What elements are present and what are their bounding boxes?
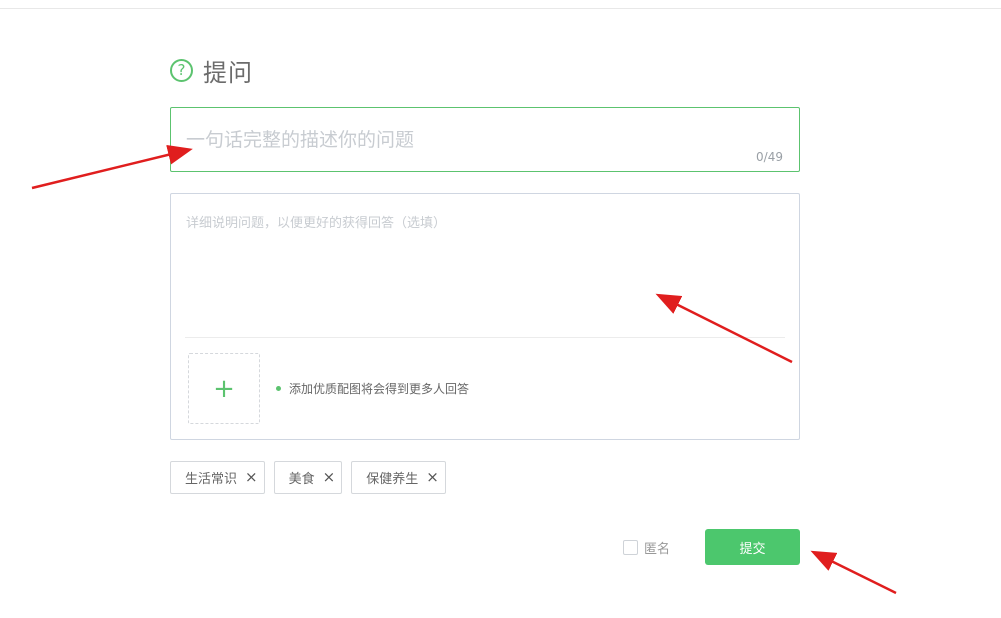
anonymous-label: 匿名	[644, 542, 671, 557]
anonymous-checkbox[interactable]	[623, 540, 638, 555]
image-upload-button[interactable]: +	[188, 353, 260, 424]
tag-remove-icon[interactable]: ×	[426, 470, 439, 485]
upload-tip: 添加优质配图将会得到更多人回答	[276, 380, 469, 397]
submit-button[interactable]: 提交	[705, 529, 800, 565]
plus-icon: +	[213, 373, 235, 404]
tag-label: 美食	[288, 472, 315, 487]
detail-divider	[185, 337, 785, 338]
tag-item: 保健养生 ×	[351, 461, 446, 494]
tag-remove-icon[interactable]: ×	[245, 470, 258, 485]
tag-label: 保健养生	[366, 472, 419, 487]
char-counter: 0/49	[756, 150, 783, 164]
bullet-dot-icon	[276, 386, 281, 391]
page-title: 提问	[203, 58, 253, 87]
page-header: ? 提问	[170, 54, 253, 87]
question-title-box: 0/49	[170, 107, 800, 172]
anonymous-option[interactable]: 匿名	[623, 538, 670, 557]
annotation-arrow	[31, 145, 193, 190]
question-detail-textarea[interactable]	[186, 212, 782, 322]
tag-remove-icon[interactable]: ×	[323, 470, 336, 485]
tag-list: 生活常识 × 美食 × 保健养生 ×	[170, 461, 455, 494]
question-circle-icon: ?	[170, 58, 193, 82]
tag-item: 生活常识 ×	[170, 461, 265, 494]
tag-label: 生活常识	[185, 472, 238, 487]
top-divider	[0, 8, 1001, 9]
upload-tip-text: 添加优质配图将会得到更多人回答	[289, 382, 470, 396]
question-title-input[interactable]	[186, 124, 746, 156]
tag-item: 美食 ×	[273, 461, 343, 494]
annotation-arrow	[810, 550, 897, 595]
question-detail-box: + 添加优质配图将会得到更多人回答	[170, 193, 800, 440]
